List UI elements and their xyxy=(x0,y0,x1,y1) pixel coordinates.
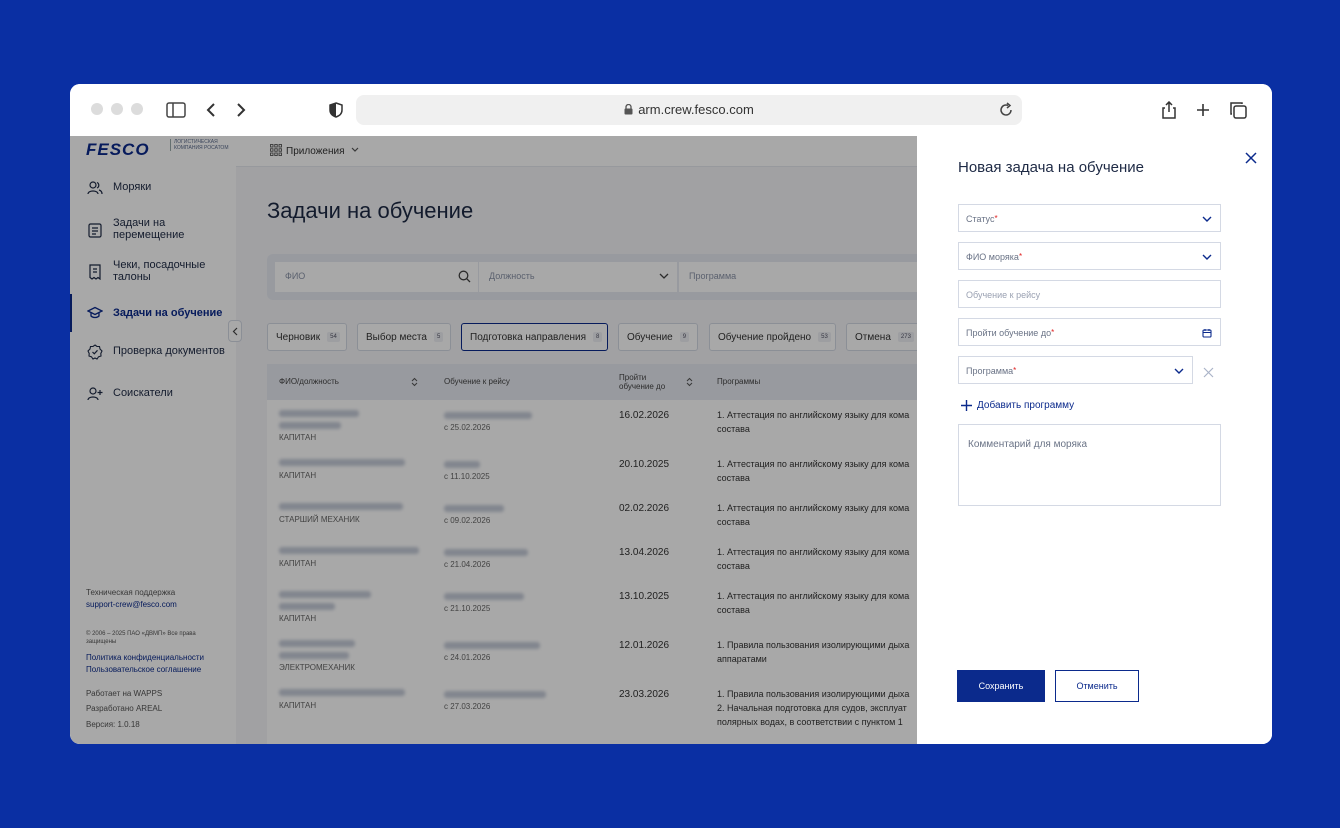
add-program-button[interactable]: Добавить программу xyxy=(961,400,1074,411)
address-bar[interactable]: arm.crew.fesco.com xyxy=(356,95,1022,125)
seaman-label: ФИО моряка xyxy=(966,252,1019,262)
share-icon[interactable] xyxy=(1157,98,1181,122)
program-label: Программа xyxy=(966,366,1014,376)
comment-placeholder: Комментарий для моряка xyxy=(968,439,1088,450)
modal-backdrop[interactable] xyxy=(70,136,917,744)
sidebar-toggle-icon[interactable] xyxy=(164,98,188,122)
reload-icon[interactable] xyxy=(998,102,1014,123)
voyage-placeholder: Обучение к рейсу xyxy=(966,290,1040,300)
page: FESCO ЛОГИСТИЧЕСКАЯ КОМПАНИЯ РОСАТОМ Мор… xyxy=(70,136,1272,744)
chevron-down-icon xyxy=(1202,254,1212,260)
cancel-button[interactable]: Отменить xyxy=(1055,670,1139,702)
voyage-label: Обучение к рейсу xyxy=(966,290,1041,300)
new-tab-icon[interactable] xyxy=(1191,98,1215,122)
panel-title: Новая задача на обучение xyxy=(958,159,1144,176)
remove-program-icon[interactable] xyxy=(1203,367,1214,378)
back-icon[interactable] xyxy=(199,98,223,122)
calendar-icon[interactable] xyxy=(1202,328,1212,338)
seaman-select[interactable]: ФИО моряка* xyxy=(958,242,1221,270)
deadline-date-input[interactable]: Пройти обучение до* xyxy=(958,318,1221,346)
forward-icon[interactable] xyxy=(229,98,253,122)
chevron-down-icon xyxy=(1202,216,1212,222)
lock-icon xyxy=(624,103,633,118)
window-close-dot[interactable] xyxy=(91,103,103,115)
plus-icon xyxy=(961,400,972,411)
browser-window: arm.crew.fesco.com FESCO ЛОГИСТИЧЕСКАЯ К… xyxy=(70,84,1272,744)
new-training-task-panel: Новая задача на обучение Статус* ФИО мор… xyxy=(917,136,1272,744)
deadline-label: Пройти обучение до xyxy=(966,328,1052,338)
shield-icon[interactable] xyxy=(324,98,348,122)
voyage-input[interactable]: Обучение к рейсу xyxy=(958,280,1221,308)
comment-textarea[interactable]: Комментарий для моряка xyxy=(958,424,1221,506)
browser-toolbar: arm.crew.fesco.com xyxy=(70,84,1272,136)
program-select[interactable]: Программа* xyxy=(958,356,1193,384)
add-program-label: Добавить программу xyxy=(977,400,1075,411)
url-text: arm.crew.fesco.com xyxy=(638,102,754,117)
window-zoom-dot[interactable] xyxy=(131,103,143,115)
close-icon[interactable] xyxy=(1243,150,1259,166)
chevron-down-icon xyxy=(1174,368,1184,374)
tabs-overview-icon[interactable] xyxy=(1226,98,1250,122)
window-minimize-dot[interactable] xyxy=(111,103,123,115)
save-button[interactable]: Сохранить xyxy=(957,670,1045,702)
status-label: Статус xyxy=(966,214,995,224)
status-select[interactable]: Статус* xyxy=(958,204,1221,232)
